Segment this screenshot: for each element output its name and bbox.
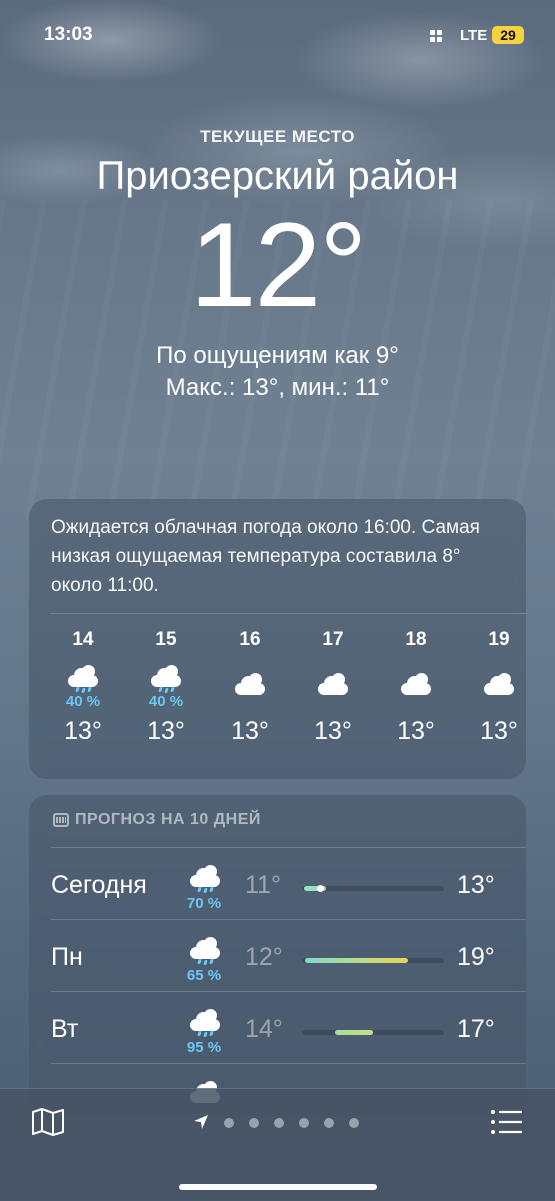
location-label: ТЕКУЩЕЕ МЕСТО bbox=[200, 127, 355, 146]
hourly-strip[interactable]: 14 40 % 13° 15 40 % 13° 16 13° 17 13° 18… bbox=[29, 629, 526, 769]
status-bar: 13:03 LTE 29 bbox=[0, 0, 555, 70]
low-temp: 11° bbox=[245, 871, 281, 899]
temp-range-bar bbox=[302, 958, 444, 963]
page-dot[interactable] bbox=[349, 1118, 359, 1128]
battery-icon: 29 bbox=[492, 26, 524, 44]
hour-temp: 13° bbox=[480, 717, 518, 745]
cloud-rain-icon bbox=[187, 1005, 223, 1039]
list-icon[interactable] bbox=[490, 1109, 524, 1135]
high-temp: 19° bbox=[457, 943, 495, 971]
hour-label: 19 bbox=[488, 629, 510, 650]
divider bbox=[51, 919, 526, 920]
hour-temp: 13° bbox=[314, 717, 352, 745]
cloud-icon bbox=[210, 659, 290, 695]
precip-chance: 95 % bbox=[186, 1039, 222, 1056]
temp-range-bar bbox=[302, 1030, 444, 1035]
map-icon[interactable] bbox=[31, 1107, 65, 1137]
hour-temp: 13° bbox=[147, 717, 185, 745]
hour-temp: 13° bbox=[231, 717, 269, 745]
location-arrow-icon bbox=[194, 1115, 208, 1129]
hour-item: 17 13° bbox=[293, 629, 373, 746]
page-dot[interactable] bbox=[274, 1118, 284, 1128]
ten-day-forecast-card[interactable]: ПРОГНОЗ НА 10 ДНЕЙ Сегодня 70 % 11° 13° … bbox=[29, 795, 526, 1115]
calendar-icon bbox=[53, 813, 69, 827]
hour-item: 16 13° bbox=[210, 629, 290, 746]
hour-label: 17 bbox=[322, 629, 344, 650]
hour-item: 15 40 % 13° bbox=[126, 629, 206, 746]
divider bbox=[51, 1063, 526, 1064]
hour-item: 14 40 % 13° bbox=[43, 629, 123, 746]
page-dot[interactable] bbox=[299, 1118, 309, 1128]
day-name: Вт bbox=[51, 1015, 79, 1043]
ten-day-title: ПРОГНОЗ НА 10 ДНЕЙ bbox=[75, 811, 261, 828]
page-dot[interactable] bbox=[249, 1118, 259, 1128]
current-temperature: 12° bbox=[189, 198, 367, 332]
day-name: Сегодня bbox=[51, 871, 147, 899]
cloud-rain-icon bbox=[43, 659, 123, 693]
high-low: Макс.: 13°, мин.: 11° bbox=[165, 374, 390, 401]
low-temp: 14° bbox=[245, 1015, 283, 1043]
high-temp: 13° bbox=[457, 871, 495, 899]
day-row-mon[interactable]: Пн 65 % 12° 19° bbox=[29, 921, 526, 991]
hour-label: 14 bbox=[72, 629, 94, 650]
status-time: 13:03 bbox=[44, 24, 93, 45]
hour-label: 15 bbox=[155, 629, 177, 650]
divider bbox=[51, 613, 527, 614]
precip-chance: 65 % bbox=[186, 967, 222, 984]
hourly-forecast-card[interactable]: Ожидается облачная погода около 16:00. С… bbox=[29, 499, 527, 779]
day-row-today[interactable]: Сегодня 70 % 11° 13° bbox=[29, 849, 526, 919]
precip-chance: 40 % bbox=[65, 693, 101, 710]
location-name: Приозерский район bbox=[96, 154, 459, 198]
home-indicator[interactable] bbox=[179, 1184, 377, 1190]
cloud-icon bbox=[459, 659, 539, 695]
day-name: Пн bbox=[51, 943, 83, 971]
cloud-rain-icon bbox=[126, 659, 206, 693]
temp-range-bar bbox=[302, 885, 444, 892]
forecast-summary: Ожидается облачная погода около 16:00. С… bbox=[51, 517, 480, 596]
page-dot[interactable] bbox=[324, 1118, 334, 1128]
day-row-tue[interactable]: Вт 95 % 14° 17° bbox=[29, 993, 526, 1063]
cloud-rain-icon bbox=[187, 933, 223, 967]
hour-temp: 13° bbox=[397, 717, 435, 745]
feels-like: По ощущениям как 9° bbox=[156, 342, 399, 369]
hour-item: 19 13° bbox=[459, 629, 539, 746]
hour-item: 18 13° bbox=[376, 629, 456, 746]
hour-label: 18 bbox=[405, 629, 427, 650]
page-dot[interactable] bbox=[224, 1118, 234, 1128]
hour-temp: 13° bbox=[64, 717, 102, 745]
precip-chance: 70 % bbox=[186, 895, 222, 912]
low-temp: 12° bbox=[245, 943, 283, 971]
signal-icon bbox=[430, 30, 444, 42]
precip-chance: 40 % bbox=[148, 693, 184, 710]
high-temp: 17° bbox=[457, 1015, 495, 1043]
cloud-rain-icon bbox=[187, 861, 223, 895]
cloud-icon bbox=[376, 659, 456, 695]
hour-label: 16 bbox=[239, 629, 261, 650]
ten-day-header: ПРОГНОЗ НА 10 ДНЕЙ bbox=[53, 811, 261, 829]
cloud-icon bbox=[293, 659, 373, 695]
divider bbox=[51, 847, 526, 848]
network-label: LTE bbox=[460, 27, 488, 44]
divider bbox=[51, 991, 526, 992]
bottom-toolbar bbox=[0, 1088, 555, 1201]
